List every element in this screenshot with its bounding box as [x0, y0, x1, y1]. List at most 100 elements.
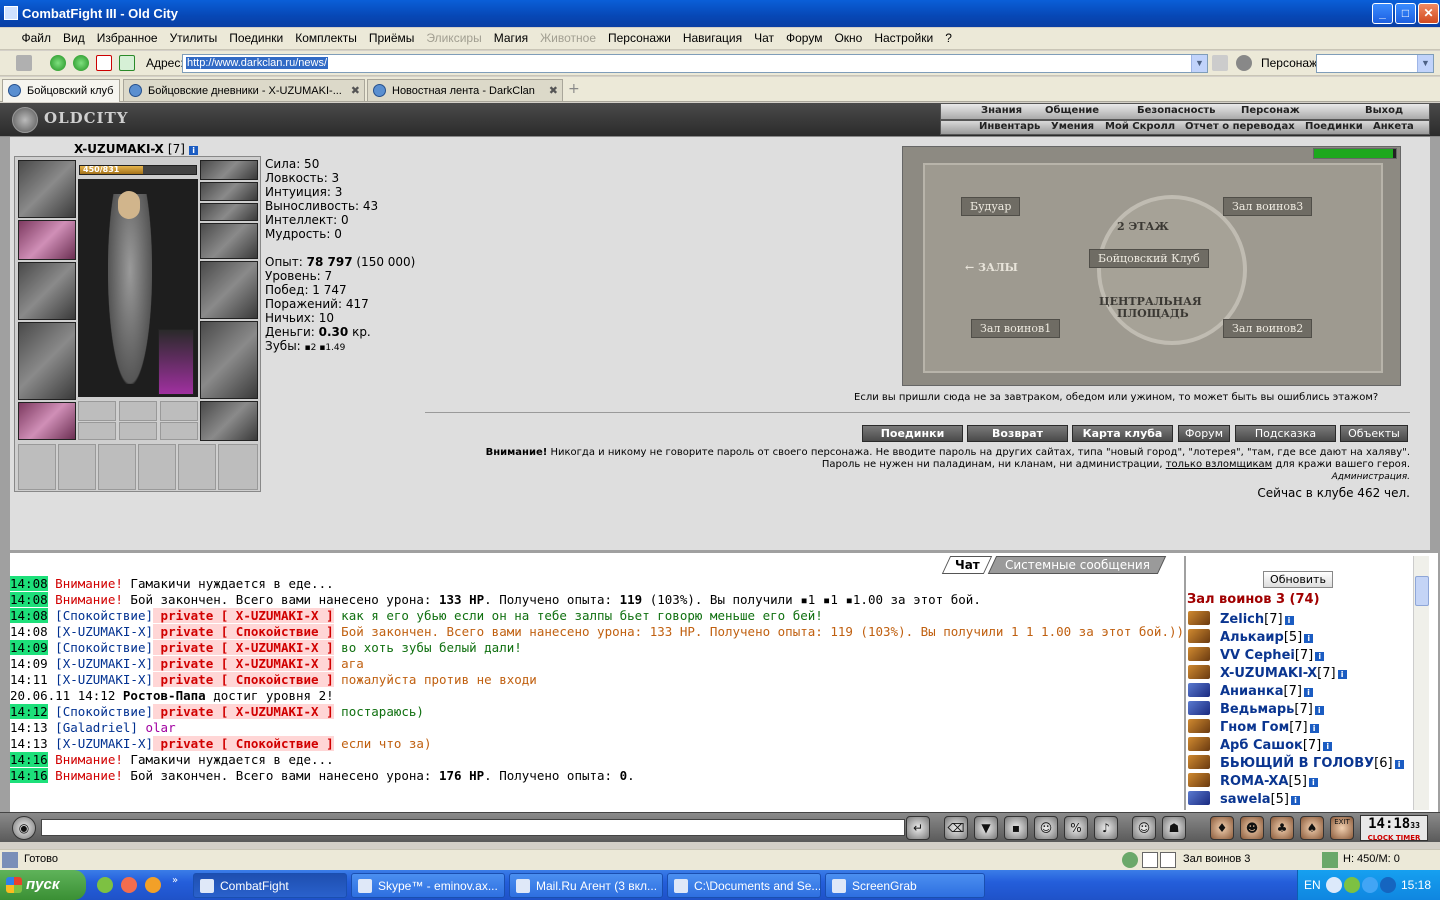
chat-fragment[interactable]: [X-UZUMAKI-X]	[55, 656, 153, 671]
chat-time[interactable]: 14:13	[10, 736, 48, 751]
user-name[interactable]: sawela	[1220, 792, 1271, 807]
bag-slot-4[interactable]	[138, 444, 176, 490]
smile-icon[interactable]: ☺	[1132, 816, 1156, 840]
nav-top-0[interactable]: Знания	[981, 105, 1022, 116]
chat-time[interactable]: 14:08	[10, 592, 48, 607]
menu-item-8[interactable]: Магия	[488, 28, 534, 45]
back-icon[interactable]	[50, 55, 66, 71]
chat-fragment[interactable]: [Спокойствие]	[55, 704, 153, 719]
menu-item-1[interactable]: Вид	[57, 28, 91, 45]
nav-bottom-0[interactable]: Инвентарь	[979, 121, 1040, 132]
chat-time[interactable]: 14:11	[10, 672, 48, 687]
chat-send-icon[interactable]: ↵	[906, 816, 930, 840]
menu-item-15[interactable]: Настройки	[868, 28, 939, 45]
map-link-halls[interactable]: ← ЗАЛЫ	[965, 261, 1018, 274]
user-list-item[interactable]: БЬЮЩИЙ В ГОЛОВУ[6] i	[1188, 755, 1404, 773]
chat-fragment[interactable]: [X-UZUMAKI-X]	[55, 624, 153, 639]
tab-close-icon[interactable]: ✖	[351, 84, 360, 97]
earring-slot[interactable]	[200, 160, 258, 180]
map-link-hall3[interactable]: Зал воинов3	[1223, 197, 1313, 216]
info-icon[interactable]: i	[1291, 796, 1300, 805]
chat-log[interactable]: 14:08 Внимание! Гамакичи нуждается в еде…	[10, 576, 1182, 808]
info-icon[interactable]: i	[1308, 778, 1318, 787]
refresh-icon[interactable]	[119, 55, 135, 71]
nav-bottom-4[interactable]: Поединки	[1305, 121, 1363, 132]
helmet-slot[interactable]	[18, 160, 76, 218]
chat-fragment[interactable]: private [ X-UZUMAKI-X ]	[153, 608, 334, 623]
chat-time[interactable]: 14:16	[10, 768, 48, 783]
chat-input[interactable]	[41, 819, 905, 836]
taskbar-item-explorer[interactable]: C:\Documents and Se...	[667, 873, 821, 898]
menu-item-10[interactable]: Персонажи	[602, 28, 677, 45]
user-list-item[interactable]: VV Cephei[7] i	[1188, 647, 1325, 665]
map-link-hall2[interactable]: Зал воинов2	[1223, 319, 1313, 338]
info-icon[interactable]: i	[1304, 634, 1314, 643]
spell-slot-2[interactable]	[119, 422, 157, 440]
taskbar-item-screengrab[interactable]: ScreenGrab	[825, 873, 985, 898]
user-list-scrollbar[interactable]	[1413, 556, 1429, 810]
pin-icon[interactable]	[16, 55, 32, 71]
info-icon[interactable]: i	[1337, 670, 1347, 679]
weapon-slot[interactable]	[18, 262, 76, 320]
fights-button[interactable]: Поединки	[862, 425, 963, 442]
save-icon[interactable]: ▪	[1004, 816, 1028, 840]
map-link-boudoir[interactable]: Будуар	[961, 197, 1021, 216]
user-list-item[interactable]: Ведьмарь[7] i	[1188, 701, 1324, 719]
return-button[interactable]: Возврат	[967, 425, 1068, 442]
taskbar-item-mailru[interactable]: Mail.Ru Агент (3 вкл...	[509, 873, 663, 898]
chat-time[interactable]: 14:09	[10, 656, 48, 671]
info-icon[interactable]: i	[189, 146, 199, 155]
forward-icon[interactable]	[73, 55, 89, 71]
chat-fragment[interactable]: [Galadriel]	[55, 720, 138, 735]
user-status-icon[interactable]	[1188, 719, 1210, 733]
refresh-button[interactable]: Обновить	[1263, 571, 1333, 588]
user-status-icon[interactable]	[1188, 683, 1210, 697]
page-icon[interactable]	[1212, 55, 1228, 71]
character-name[interactable]: X-UZUMAKI-X [7] i	[74, 142, 199, 156]
bracer-slot[interactable]	[18, 220, 76, 260]
chat-fragment[interactable]: [X-UZUMAKI-X]	[55, 736, 153, 751]
taskbar-item-combatfight[interactable]: CombatFight	[193, 873, 347, 898]
user-name[interactable]: X-UZUMAKI-X	[1220, 666, 1317, 681]
new-tab-icon[interactable]: +	[568, 81, 580, 97]
eraser-icon[interactable]: ⌫	[944, 816, 968, 840]
nav-bottom-1[interactable]: Умения	[1051, 121, 1094, 132]
chat-mode-icon[interactable]: ◉	[12, 816, 36, 840]
nav-bottom-5[interactable]: Анкета	[1373, 121, 1414, 132]
tab-chat[interactable]: Чат	[941, 556, 993, 574]
user-name[interactable]: Арб Сашок	[1220, 738, 1303, 753]
menu-item-9[interactable]: Животное	[534, 28, 602, 45]
taskbar-item-skype[interactable]: Skype™ - eminov.ax...	[351, 873, 505, 898]
nav-top-4[interactable]: Выход	[1365, 105, 1403, 116]
chat-time[interactable]: 14:16	[10, 752, 48, 767]
legs-slot[interactable]	[200, 321, 258, 399]
chat-fragment[interactable]: [Спокойствие]	[55, 608, 153, 623]
bag-slot-3[interactable]	[98, 444, 136, 490]
minimize-button[interactable]: _	[1372, 3, 1393, 24]
user-name[interactable]: Zelich	[1220, 612, 1264, 627]
chat-fragment[interactable]: [Спокойствие]	[55, 640, 153, 655]
chat-time[interactable]: 14:08	[10, 608, 48, 623]
info-icon[interactable]: i	[1323, 742, 1333, 751]
user-status-icon[interactable]	[1188, 701, 1210, 715]
tray-icon-3[interactable]	[1362, 877, 1378, 893]
spell-slot-3[interactable]	[160, 422, 198, 440]
user-list-item[interactable]: sawela[5] i	[1188, 791, 1300, 809]
user-list-item[interactable]: Алькаир[5] i	[1188, 629, 1314, 647]
shield-slot[interactable]	[200, 261, 258, 319]
bag-slot-2[interactable]	[58, 444, 96, 490]
language-indicator[interactable]: EN	[1304, 878, 1321, 892]
chat-time[interactable]: 14:08	[10, 624, 48, 639]
user-name[interactable]: ROMA-XA	[1220, 774, 1288, 789]
sound-icon[interactable]: ♪	[1094, 816, 1118, 840]
mask-icon[interactable]: ☻	[1240, 816, 1264, 840]
persona-select[interactable]: ▼	[1316, 54, 1434, 73]
user-status-icon[interactable]	[1188, 611, 1210, 625]
info-icon[interactable]: i	[1314, 706, 1324, 715]
chat-time[interactable]: 14:12	[10, 704, 48, 719]
menu-item-7[interactable]: Эликсиры	[420, 28, 487, 45]
user-name[interactable]: БЬЮЩИЙ В ГОЛОВУ	[1220, 756, 1374, 771]
close-button[interactable]: ✕	[1418, 3, 1439, 24]
info-icon[interactable]: i	[1284, 616, 1294, 625]
bag-slot-1[interactable]	[18, 444, 56, 490]
